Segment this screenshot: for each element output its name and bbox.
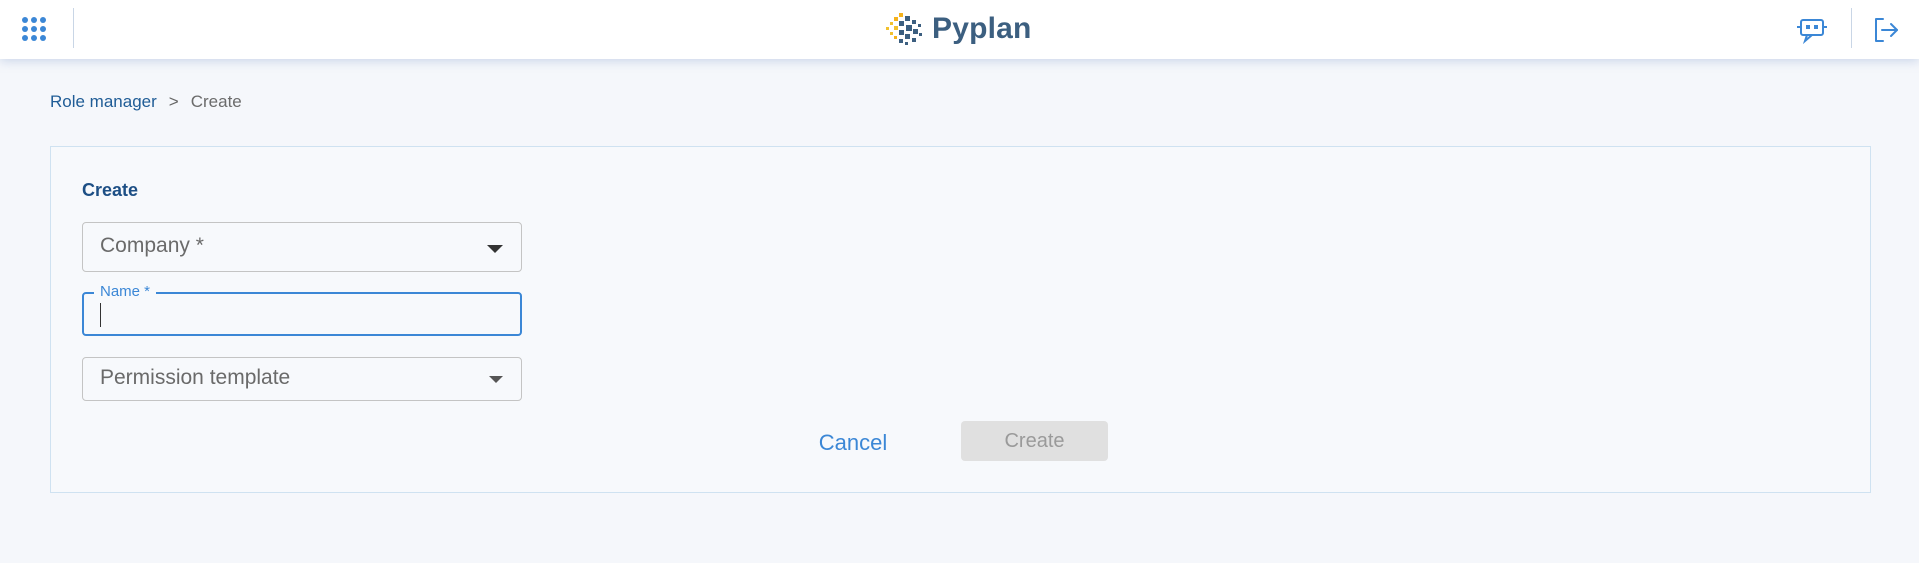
company-select[interactable]: Company * xyxy=(82,222,522,272)
permission-template-select[interactable]: Permission template xyxy=(82,357,522,401)
chat-bubble-icon[interactable] xyxy=(1796,14,1828,46)
breadcrumb-separator: > xyxy=(168,92,179,111)
permission-template-label: Permission template xyxy=(100,366,291,389)
caret-down-icon xyxy=(489,376,503,383)
divider xyxy=(73,8,74,48)
text-cursor xyxy=(100,303,101,327)
breadcrumb-role-manager[interactable]: Role manager xyxy=(50,92,157,112)
name-input[interactable] xyxy=(84,294,520,334)
app-name: Pyplan xyxy=(932,12,1032,45)
top-bar: Pyplan xyxy=(0,0,1919,59)
breadcrumb: Role manager > Create xyxy=(50,92,242,112)
logout-icon[interactable] xyxy=(1870,14,1902,46)
create-button[interactable]: Create xyxy=(961,421,1108,461)
form-title: Create xyxy=(82,180,139,200)
apps-grid-icon[interactable] xyxy=(18,13,48,43)
breadcrumb-current: Create xyxy=(190,92,242,111)
company-select-label: Company * xyxy=(100,234,204,257)
caret-down-icon xyxy=(487,245,503,253)
app-logo: Pyplan xyxy=(884,10,1032,48)
pyplan-logo-icon xyxy=(886,13,922,45)
create-role-panel: Create Company * Name * Permission templ… xyxy=(50,146,1871,493)
name-field[interactable]: Name * xyxy=(82,283,522,336)
cancel-button[interactable]: Cancel xyxy=(803,423,903,463)
divider xyxy=(1851,8,1852,48)
